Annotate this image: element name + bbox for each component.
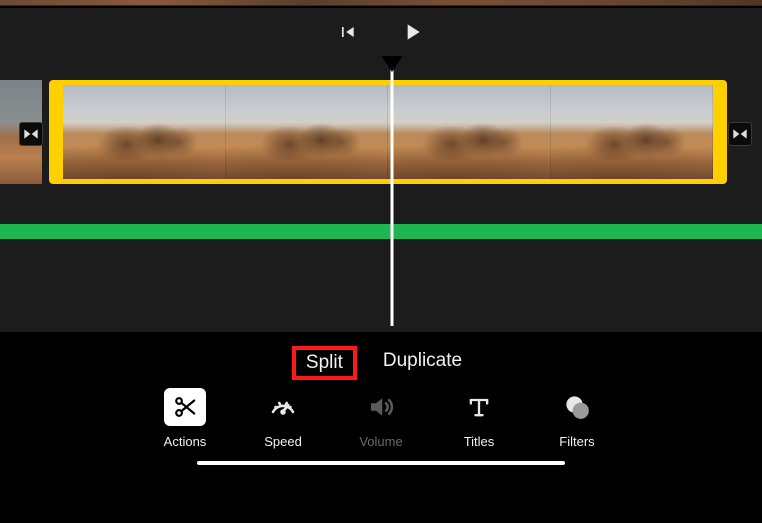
transition-handle-left-icon[interactable] xyxy=(19,122,43,146)
imovie-editor: Split Duplicate Actions Speed xyxy=(0,0,762,523)
tool-filters[interactable]: Filters xyxy=(546,388,608,449)
skip-back-icon[interactable] xyxy=(337,22,357,42)
menu-item-duplicate[interactable]: Duplicate xyxy=(375,346,470,380)
playback-controls xyxy=(0,8,762,56)
transition-handle-right-icon[interactable] xyxy=(728,122,752,146)
speaker-icon xyxy=(366,392,396,422)
gauge-icon xyxy=(268,392,298,422)
playhead-line[interactable] xyxy=(391,68,394,326)
tool-label: Speed xyxy=(264,434,302,449)
tool-titles[interactable]: Titles xyxy=(448,388,510,449)
timeline[interactable] xyxy=(0,56,762,332)
tool-label: Volume xyxy=(359,434,402,449)
tool-label: Filters xyxy=(559,434,594,449)
clip-right-handle[interactable] xyxy=(713,85,722,179)
scissors-icon xyxy=(172,394,198,420)
clip-frame xyxy=(388,85,551,179)
text-icon xyxy=(465,393,493,421)
tool-speed[interactable]: Speed xyxy=(252,388,314,449)
selected-video-clip[interactable] xyxy=(49,80,727,184)
tool-label: Titles xyxy=(464,434,495,449)
audio-track[interactable] xyxy=(0,224,762,239)
preview-strip xyxy=(0,0,762,6)
menu-item-split[interactable]: Split xyxy=(292,346,357,380)
tool-actions[interactable]: Actions xyxy=(154,388,216,449)
clip-left-handle[interactable] xyxy=(54,85,63,179)
clip-frames xyxy=(63,85,713,179)
bottom-toolbar-area: Split Duplicate Actions Speed xyxy=(0,332,762,523)
edit-toolbar: Actions Speed Volume xyxy=(0,388,762,449)
clip-frame xyxy=(226,85,389,179)
clip-frame xyxy=(63,85,226,179)
play-icon[interactable] xyxy=(399,19,425,45)
timeline-scrubber[interactable] xyxy=(197,461,565,465)
edit-context-menu: Split Duplicate xyxy=(0,346,762,380)
playhead-marker-icon[interactable] xyxy=(380,56,404,72)
tool-volume: Volume xyxy=(350,388,412,449)
clip-frame xyxy=(551,85,714,179)
tool-label: Actions xyxy=(164,434,207,449)
circles-icon xyxy=(562,392,592,422)
